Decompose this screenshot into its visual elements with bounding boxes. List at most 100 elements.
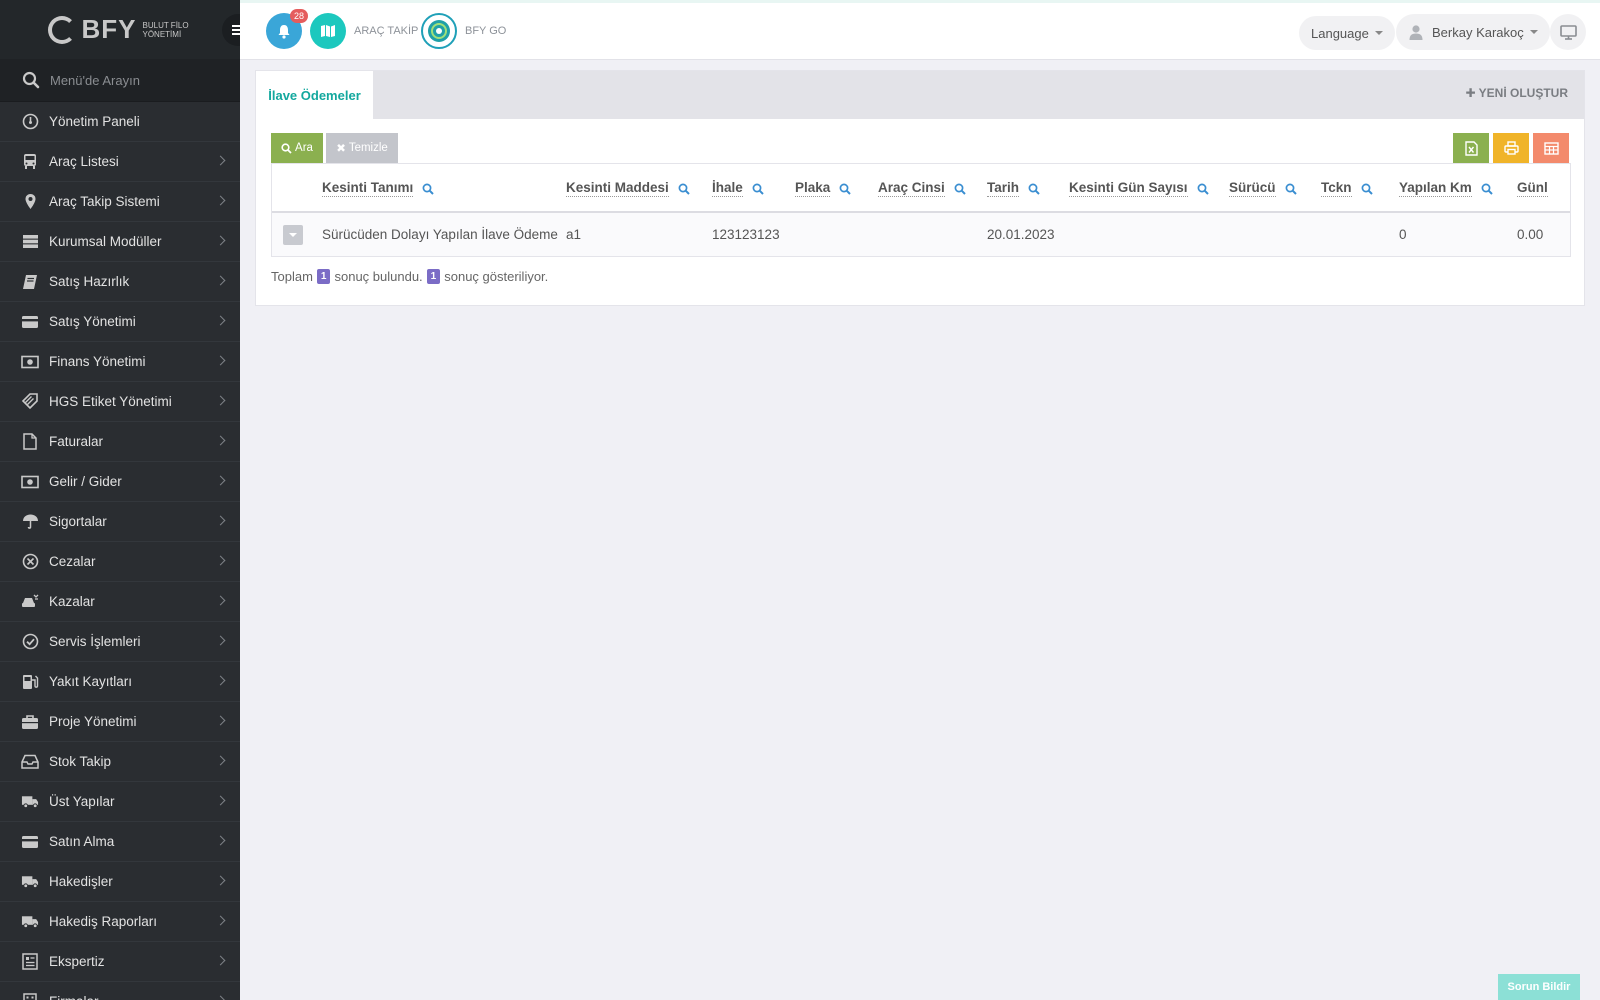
sidebar-item-yakit-kayitlari[interactable]: Yakıt Kayıtları: [0, 662, 240, 702]
column-header-kesinti-gun-sayisi[interactable]: Kesinti Gün Sayısı: [1069, 180, 1209, 197]
sidebar-item-kurumsal-moduller[interactable]: Kurumsal Modüller: [0, 222, 240, 262]
chevron-right-icon: [215, 355, 226, 366]
money-icon: [21, 353, 39, 371]
sidebar-item-arac-takip-sistemi[interactable]: Araç Takip Sistemi: [0, 182, 240, 222]
row-expand-button[interactable]: [283, 225, 303, 245]
bfy-go-label[interactable]: BFY GO: [465, 25, 506, 37]
column-filter-search-icon[interactable]: [954, 183, 966, 195]
column-header-label: Kesinti Maddesi: [566, 180, 669, 197]
sidebar-item-satis-hazirlik[interactable]: Satış Hazırlık: [0, 262, 240, 302]
chevron-right-icon: [215, 635, 226, 646]
sidebar-item-label: Ekspertiz: [49, 954, 105, 969]
chevron-down-icon: [289, 233, 297, 237]
new-create-button[interactable]: ✚ YENİ OLUŞTUR: [1465, 86, 1568, 100]
search-button[interactable]: Ara: [271, 133, 323, 163]
print-button[interactable]: [1493, 133, 1529, 163]
sidebar-item-label: Hakediş Raporları: [49, 914, 158, 929]
column-filter-search-icon[interactable]: [1028, 183, 1040, 195]
sidebar-item-label: Faturalar: [49, 434, 104, 449]
sidebar-item-satin-alma[interactable]: Satın Alma: [0, 822, 240, 862]
column-header-gunl[interactable]: Günl: [1517, 180, 1548, 197]
column-filter-search-icon[interactable]: [1197, 183, 1209, 195]
chevron-right-icon: [215, 595, 226, 606]
sidebar-item-servis-islemleri[interactable]: Servis İşlemleri: [0, 622, 240, 662]
sidebar-item-gelir-gider[interactable]: Gelir / Gider: [0, 462, 240, 502]
column-filter-search-icon[interactable]: [1361, 183, 1373, 195]
chevron-right-icon: [215, 995, 226, 1000]
sidebar-item-ust-yapilar[interactable]: Üst Yapılar: [0, 782, 240, 822]
bfy-go-button[interactable]: [421, 13, 457, 49]
new-create-label: YENİ OLUŞTUR: [1478, 86, 1568, 100]
fullscreen-button[interactable]: [1550, 14, 1586, 50]
column-header-plaka[interactable]: Plaka: [795, 180, 851, 197]
user-menu-dropdown[interactable]: Berkay Karakoç: [1396, 14, 1550, 50]
times-icon: ✖: [336, 143, 346, 155]
column-filter-search-icon[interactable]: [1481, 183, 1493, 195]
sidebar-item-label: Kurumsal Modüller: [49, 234, 162, 249]
sidebar-item-cezalar[interactable]: Cezalar: [0, 542, 240, 582]
bfy-go-link[interactable]: BFY GO: [421, 13, 506, 49]
chevron-right-icon: [215, 955, 226, 966]
bus-icon: [21, 153, 39, 171]
sidebar-item-faturalar[interactable]: Faturalar: [0, 422, 240, 462]
sidebar-item-yonetim-paneli[interactable]: Yönetim Paneli: [0, 102, 240, 142]
table-row[interactable]: Sürücüden Dolayı Yapılan İlave Ödeme a1 12…: [272, 213, 1570, 256]
sidebar-item-proje-yonetimi[interactable]: Proje Yönetimi: [0, 702, 240, 742]
tab-ilave-odemeler[interactable]: İlave Ödemeler: [256, 71, 373, 119]
notifications-button[interactable]: 28: [266, 9, 308, 49]
columns-button[interactable]: [1533, 133, 1569, 163]
sidebar-item-label: Cezalar: [49, 554, 96, 569]
column-filter-search-icon[interactable]: [839, 183, 851, 195]
sidebar-item-hgs-etiket-yonetimi[interactable]: HGS Etiket Yönetimi: [0, 382, 240, 422]
arac-takip-label[interactable]: ARAÇ TAKİP: [354, 25, 418, 37]
sidebar-item-satis-yonetimi[interactable]: Satış Yönetimi: [0, 302, 240, 342]
column-filter-search-icon[interactable]: [678, 183, 690, 195]
column-filter-search-icon[interactable]: [422, 183, 434, 195]
column-header-tckn[interactable]: Tckn: [1321, 180, 1373, 197]
chevron-right-icon: [215, 875, 226, 886]
search-icon: [281, 142, 292, 154]
logo[interactable]: BFY BULUT FİLO YÖNETİMİ: [0, 0, 240, 59]
sidebar-item-sigortalar[interactable]: Sigortalar: [0, 502, 240, 542]
sidebar-item-finans-yonetimi[interactable]: Finans Yönetimi: [0, 342, 240, 382]
book-icon: [21, 273, 39, 291]
column-header-kesinti-maddesi[interactable]: Kesinti Maddesi: [566, 180, 690, 197]
sidebar-item-kazalar[interactable]: Kazalar: [0, 582, 240, 622]
menu-toggle-button[interactable]: [222, 14, 240, 46]
desktop-icon: [1559, 24, 1577, 40]
file-excel-icon: [1464, 140, 1478, 156]
column-header-arac-cinsi[interactable]: Araç Cinsi: [878, 180, 966, 197]
column-header-yapilan-km[interactable]: Yapılan Km: [1399, 180, 1493, 197]
sidebar-item-label: Yakıt Kayıtları: [49, 674, 133, 689]
sidebar-item-arac-listesi[interactable]: Araç Listesi: [0, 142, 240, 182]
sidebar-item-ekspertiz[interactable]: Ekspertiz: [0, 942, 240, 982]
report-issue-button[interactable]: Sorun Bildir: [1498, 974, 1580, 1000]
total-count-badge: 1: [316, 269, 331, 284]
arac-takip-link[interactable]: ARAÇ TAKİP: [310, 13, 418, 49]
column-header-surucu[interactable]: Sürücü: [1229, 180, 1297, 197]
language-dropdown[interactable]: Language: [1299, 16, 1395, 50]
menu-search-input[interactable]: [50, 72, 220, 88]
clear-button[interactable]: ✖ Temizle: [326, 133, 398, 163]
chevron-right-icon: [215, 155, 226, 166]
sidebar-item-hakedis-raporlari[interactable]: Hakediş Raporları: [0, 902, 240, 942]
column-header-kesinti-tanimi[interactable]: Kesinti Tanımı: [322, 180, 434, 197]
arac-takip-button[interactable]: [310, 13, 346, 49]
plus-icon: ✚: [1465, 86, 1476, 100]
sidebar-item-firmalar[interactable]: Firmalar: [0, 982, 240, 1000]
export-excel-button[interactable]: [1453, 133, 1489, 163]
column-header-label: Günl: [1517, 180, 1548, 197]
chevron-right-icon: [215, 435, 226, 446]
column-header-label: Tarih: [987, 180, 1020, 197]
chevron-right-icon: [215, 475, 226, 486]
server-icon: [21, 233, 39, 251]
column-header-ihale[interactable]: İhale: [712, 180, 764, 197]
column-filter-search-icon[interactable]: [1285, 183, 1297, 195]
panel-header: İlave Ödemeler ✚ YENİ OLUŞTUR: [256, 71, 1584, 119]
sidebar-item-stok-takip[interactable]: Stok Takip: [0, 742, 240, 782]
language-label: Language: [1311, 25, 1369, 41]
column-header-tarih[interactable]: Tarih: [987, 180, 1040, 197]
sidebar-item-hakedisler[interactable]: Hakedişler: [0, 862, 240, 902]
column-filter-search-icon[interactable]: [752, 183, 764, 195]
sidebar-item-label: Satın Alma: [49, 834, 115, 849]
